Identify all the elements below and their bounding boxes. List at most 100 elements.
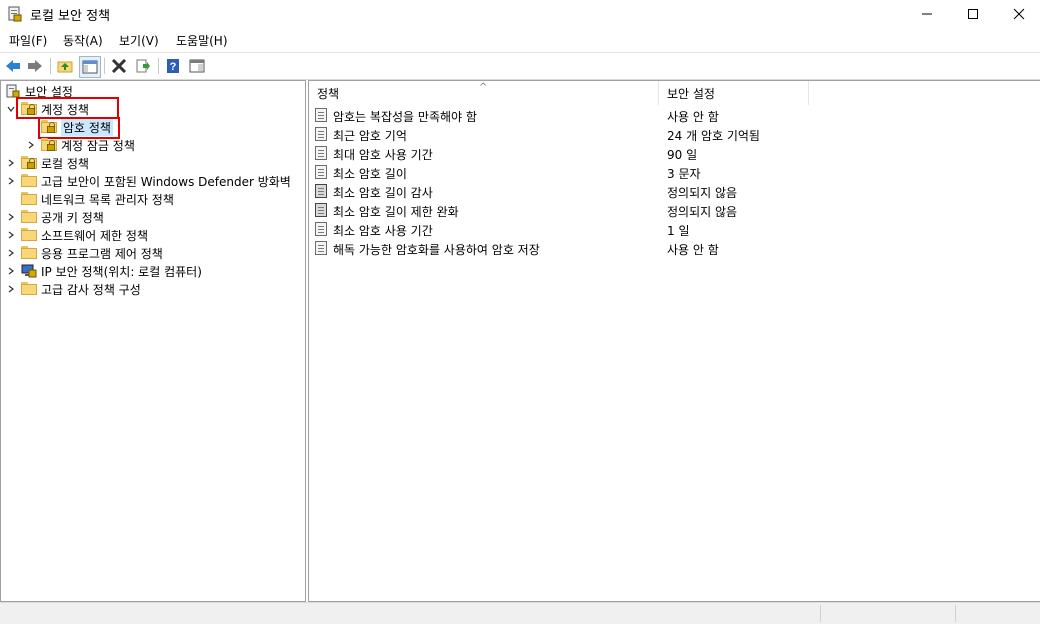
chevron-right-icon[interactable] (25, 139, 37, 151)
tree-item-network-list-manager[interactable]: 네트워크 목록 관리자 정책 (5, 190, 174, 208)
status-divider (820, 605, 821, 622)
tree-label: 공개 키 정책 (41, 210, 104, 225)
column-header-policy[interactable]: ^ 정책 (309, 81, 659, 105)
folder-icon (21, 246, 37, 260)
tree-label: 네트워크 목록 관리자 정책 (41, 192, 174, 207)
up-one-level-button[interactable] (55, 56, 75, 76)
policy-row[interactable]: 최소 암호 길이 3 문자 (309, 163, 1038, 182)
chevron-right-icon[interactable] (5, 247, 17, 259)
policy-name: 최근 암호 기억 (333, 129, 407, 143)
policy-row[interactable]: 최대 암호 사용 기간 90 일 (309, 144, 1038, 163)
policy-name: 최대 암호 사용 기간 (333, 148, 433, 162)
results-list: ^ 정책 보안 설정 암호는 복잡성을 만족해야 함 사용 안 함 최근 암호 … (308, 80, 1040, 602)
toolbar-separator (158, 58, 159, 74)
folder-icon (21, 174, 37, 188)
tree-item-application-control[interactable]: 응용 프로그램 제어 정책 (5, 244, 163, 262)
svg-text:?: ? (170, 61, 177, 73)
tree-label: 고급 감사 정책 구성 (41, 282, 141, 297)
tree-item-local-policies[interactable]: 로컬 정책 (5, 154, 89, 172)
policy-document-icon (315, 127, 329, 141)
menu-help[interactable]: 도움말(H) (176, 32, 228, 49)
tree-label: 소프트웨어 제한 정책 (41, 228, 148, 243)
column-header-security-setting[interactable]: 보안 설정 (659, 81, 809, 105)
chevron-right-icon[interactable] (5, 175, 17, 187)
tree-label: 계정 잠금 정책 (61, 138, 135, 153)
policy-document-icon (315, 165, 329, 179)
policy-row[interactable]: 최소 암호 길이 제한 완화 정의되지 않음 (309, 201, 1038, 220)
sort-ascending-icon: ^ (479, 82, 488, 93)
menu-action[interactable]: 동작(A) (63, 32, 103, 49)
close-button[interactable] (996, 0, 1040, 28)
menu-bar: 파일(F) 동작(A) 보기(V) 도움말(H) (0, 30, 1040, 50)
help-icon: ? (167, 59, 179, 73)
policy-name: 암호는 복잡성을 만족해야 함 (333, 110, 477, 124)
tree-label: 로컬 정책 (41, 156, 89, 171)
column-header-label: 정책 (317, 87, 340, 101)
folder-icon (21, 210, 37, 224)
export-list-button[interactable] (133, 56, 153, 76)
close-icon (1013, 8, 1025, 20)
chevron-right-icon[interactable] (5, 283, 17, 295)
ip-security-computer-icon (21, 264, 37, 278)
delete-button[interactable] (109, 56, 129, 76)
tree-label: 고급 보안이 포함된 Windows Defender 방화벽 (41, 174, 291, 189)
policy-setting: 사용 안 함 (667, 243, 719, 257)
policy-setting: 90 일 (667, 148, 698, 162)
folder-icon (21, 282, 37, 296)
policy-setting: 1 일 (667, 224, 690, 238)
tree-item-public-key-policies[interactable]: 공개 키 정책 (5, 208, 104, 226)
show-action-pane-button[interactable] (187, 56, 207, 76)
policy-name: 해독 가능한 암호화를 사용하여 암호 저장 (333, 243, 540, 257)
policy-setting: 정의되지 않음 (667, 205, 738, 219)
minimize-button[interactable] (904, 0, 950, 28)
action-pane-icon (189, 59, 205, 73)
delete-x-icon (111, 59, 127, 73)
policy-document-icon (315, 241, 329, 255)
chevron-right-icon[interactable] (5, 157, 17, 169)
show-hide-tree-button[interactable] (79, 56, 101, 78)
policy-row[interactable]: 해독 가능한 암호화를 사용하여 암호 저장 사용 안 함 (309, 239, 1038, 258)
toolbar-separator (104, 58, 105, 74)
help-button[interactable]: ? (163, 56, 183, 76)
minimize-icon (922, 13, 932, 15)
policy-row[interactable]: 암호는 복잡성을 만족해야 함 사용 안 함 (309, 106, 1038, 125)
window-title: 로컬 보안 정책 (30, 9, 111, 24)
policy-row[interactable]: 최근 암호 기억 24 개 암호 기억됨 (309, 125, 1038, 144)
tree-item-account-lockout-policy[interactable]: 계정 잠금 정책 (25, 136, 135, 154)
chevron-right-icon[interactable] (5, 229, 17, 241)
forward-button[interactable] (25, 56, 45, 76)
tree-item-advanced-audit-policy[interactable]: 고급 감사 정책 구성 (5, 280, 141, 298)
back-button[interactable] (3, 56, 23, 76)
tree-item-windows-defender-firewall[interactable]: 고급 보안이 포함된 Windows Defender 방화벽 (5, 172, 291, 190)
policy-document-icon (315, 146, 329, 160)
back-arrow-icon (6, 60, 20, 72)
tree-label: 응용 프로그램 제어 정책 (41, 246, 163, 261)
policy-setting: 사용 안 함 (667, 110, 719, 124)
title-bar: 로컬 보안 정책 (0, 0, 1040, 28)
folder-icon (21, 228, 37, 242)
menu-view[interactable]: 보기(V) (119, 32, 159, 49)
column-header-label: 보안 설정 (667, 87, 715, 101)
tree-label: IP 보안 정책(위치: 로컬 컴퓨터) (41, 264, 202, 279)
policy-name: 최소 암호 길이 (333, 167, 407, 181)
toolbar-separator (50, 58, 51, 74)
policy-row[interactable]: 최소 암호 사용 기간 1 일 (309, 220, 1038, 239)
maximize-button[interactable] (950, 0, 996, 28)
menu-file[interactable]: 파일(F) (9, 32, 47, 49)
security-settings-icon (6, 84, 20, 98)
tree-item-software-restriction[interactable]: 소프트웨어 제한 정책 (5, 226, 148, 244)
folder-icon (21, 192, 37, 206)
status-bar (0, 602, 1040, 624)
locked-folder-icon (41, 138, 57, 152)
chevron-right-icon[interactable] (5, 265, 17, 277)
chevron-right-icon[interactable] (5, 211, 17, 223)
server-policy-icon (315, 184, 329, 198)
policy-setting: 24 개 암호 기억됨 (667, 129, 760, 143)
policy-setting: 정의되지 않음 (667, 186, 738, 200)
console-tree-icon (82, 60, 98, 74)
policy-row[interactable]: 최소 암호 길이 감사 정의되지 않음 (309, 182, 1038, 201)
tree-item-ip-security-policies[interactable]: IP 보안 정책(위치: 로컬 컴퓨터) (5, 262, 202, 280)
export-icon (136, 59, 150, 73)
